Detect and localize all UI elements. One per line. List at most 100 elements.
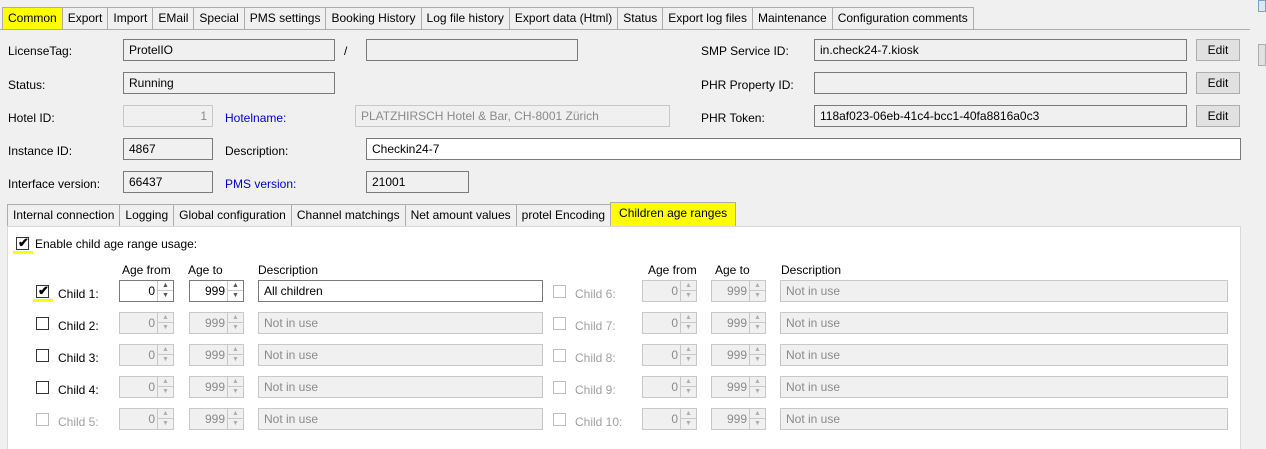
child-checkbox[interactable]: [553, 285, 566, 298]
age-from-stepper[interactable]: 0 ▲ ▼: [642, 344, 697, 366]
spin-down-icon[interactable]: ▼: [158, 387, 173, 397]
age-to-stepper[interactable]: 999 ▲ ▼: [711, 408, 766, 430]
tab-export-data-html[interactable]: Export data (Html): [508, 7, 619, 29]
subtab-protel-encoding[interactable]: protel Encoding: [515, 204, 612, 226]
hotelname-field[interactable]: PLATZHIRSCH Hotel & Bar, CH-8001 Zürich: [355, 105, 670, 127]
spin-buttons[interactable]: ▲ ▼: [680, 409, 696, 429]
spin-buttons[interactable]: ▲ ▼: [680, 313, 696, 333]
phr-token-field[interactable]: 118af023-06eb-41c4-bcc1-40fa8816a0c3: [814, 105, 1187, 127]
spin-buttons[interactable]: ▲ ▼: [157, 409, 173, 429]
spin-buttons[interactable]: ▲ ▼: [680, 281, 696, 301]
spin-buttons[interactable]: ▲ ▼: [227, 345, 243, 365]
description-field[interactable]: Checkin24-7: [366, 138, 1241, 160]
license-tag-field-2[interactable]: [366, 39, 578, 61]
subtab-children-age-ranges[interactable]: Children age ranges: [610, 202, 737, 226]
subtab-logging[interactable]: Logging: [119, 204, 175, 226]
child-description-field[interactable]: Not in use: [258, 408, 543, 430]
side-button-2[interactable]: [1258, 44, 1266, 66]
spin-up-icon[interactable]: ▲: [158, 281, 173, 291]
spin-down-icon[interactable]: ▼: [750, 355, 765, 365]
age-from-stepper[interactable]: 0 ▲ ▼: [642, 376, 697, 398]
license-tag-field[interactable]: ProtelIO: [123, 39, 335, 61]
edit-smp-button[interactable]: Edit: [1196, 39, 1240, 61]
spin-buttons[interactable]: ▲ ▼: [157, 377, 173, 397]
tab-export-log-files[interactable]: Export log files: [662, 7, 753, 29]
age-to-stepper[interactable]: 999 ▲ ▼: [711, 280, 766, 302]
tab-import[interactable]: Import: [107, 7, 154, 29]
child-description-field[interactable]: Not in use: [258, 312, 543, 334]
spin-down-icon[interactable]: ▼: [228, 387, 243, 397]
child-description-field[interactable]: Not in use: [780, 408, 1228, 430]
child-checkbox[interactable]: [36, 413, 49, 426]
tab-maintenance[interactable]: Maintenance: [751, 7, 833, 29]
spin-down-icon[interactable]: ▼: [681, 355, 696, 365]
spin-down-icon[interactable]: ▼: [681, 323, 696, 333]
child-description-field[interactable]: Not in use: [780, 312, 1228, 334]
subtab-internal-connection[interactable]: Internal connection: [7, 204, 121, 226]
age-from-stepper[interactable]: 0 ▲ ▼: [642, 312, 697, 334]
spin-down-icon[interactable]: ▼: [681, 387, 696, 397]
smp-service-id-field[interactable]: in.check24-7.kiosk: [814, 39, 1187, 61]
age-to-stepper[interactable]: 999 ▲ ▼: [189, 408, 244, 430]
spin-up-icon[interactable]: ▲: [228, 377, 243, 387]
spin-up-icon[interactable]: ▲: [681, 313, 696, 323]
spin-up-icon[interactable]: ▲: [750, 281, 765, 291]
spin-up-icon[interactable]: ▲: [681, 409, 696, 419]
spin-buttons[interactable]: ▲ ▼: [749, 377, 765, 397]
spin-up-icon[interactable]: ▲: [750, 345, 765, 355]
spin-down-icon[interactable]: ▼: [750, 387, 765, 397]
spin-down-icon[interactable]: ▼: [750, 323, 765, 333]
child-checkbox[interactable]: [553, 413, 566, 426]
child-description-field[interactable]: Not in use: [258, 344, 543, 366]
age-from-stepper[interactable]: 0 ▲ ▼: [119, 376, 174, 398]
age-from-stepper[interactable]: 0 ▲ ▼: [642, 280, 697, 302]
tab-special[interactable]: Special: [193, 7, 245, 29]
spin-down-icon[interactable]: ▼: [750, 419, 765, 429]
child-description-field[interactable]: Not in use: [780, 344, 1228, 366]
spin-down-icon[interactable]: ▼: [750, 291, 765, 301]
spin-up-icon[interactable]: ▲: [228, 345, 243, 355]
child-checkbox[interactable]: [553, 381, 566, 394]
tab-export[interactable]: Export: [61, 7, 109, 29]
child-checkbox[interactable]: [553, 349, 566, 362]
interface-version-field[interactable]: 66437: [123, 171, 213, 193]
spin-up-icon[interactable]: ▲: [750, 409, 765, 419]
spin-down-icon[interactable]: ▼: [158, 355, 173, 365]
spin-up-icon[interactable]: ▲: [750, 377, 765, 387]
spin-buttons[interactable]: ▲ ▼: [227, 409, 243, 429]
spin-down-icon[interactable]: ▼: [228, 323, 243, 333]
side-button[interactable]: [1258, 0, 1266, 12]
status-field[interactable]: Running: [123, 72, 335, 94]
spin-up-icon[interactable]: ▲: [228, 281, 243, 291]
age-from-stepper[interactable]: 0 ▲ ▼: [119, 280, 174, 302]
spin-up-icon[interactable]: ▲: [681, 281, 696, 291]
tab-email[interactable]: EMail: [152, 7, 195, 29]
spin-buttons[interactable]: ▲ ▼: [749, 281, 765, 301]
edit-phr-property-button[interactable]: Edit: [1196, 72, 1240, 94]
spin-buttons[interactable]: ▲ ▼: [157, 313, 173, 333]
spin-up-icon[interactable]: ▲: [750, 313, 765, 323]
spin-buttons[interactable]: ▲ ▼: [680, 377, 696, 397]
pms-version-field[interactable]: 21001: [366, 171, 469, 193]
spin-down-icon[interactable]: ▼: [158, 323, 173, 333]
spin-up-icon[interactable]: ▲: [681, 345, 696, 355]
spin-buttons[interactable]: ▲ ▼: [749, 313, 765, 333]
spin-down-icon[interactable]: ▼: [228, 291, 243, 301]
spin-up-icon[interactable]: ▲: [158, 409, 173, 419]
age-to-stepper[interactable]: 999 ▲ ▼: [189, 376, 244, 398]
edit-phr-token-button[interactable]: Edit: [1196, 105, 1240, 127]
spin-down-icon[interactable]: ▼: [228, 419, 243, 429]
tab-configuration-comments[interactable]: Configuration comments: [831, 7, 974, 29]
tab-pms-settings[interactable]: PMS settings: [243, 7, 327, 29]
subtab-channel-matchings[interactable]: Channel matchings: [290, 204, 406, 226]
age-to-stepper[interactable]: 999 ▲ ▼: [711, 312, 766, 334]
hotel-id-field[interactable]: 1: [123, 105, 213, 127]
tab-common[interactable]: Common: [2, 7, 63, 29]
spin-buttons[interactable]: ▲ ▼: [227, 377, 243, 397]
child-checkbox[interactable]: [553, 317, 566, 330]
child-checkbox[interactable]: [36, 349, 49, 362]
spin-down-icon[interactable]: ▼: [158, 419, 173, 429]
child-checkbox[interactable]: [36, 317, 49, 330]
spin-up-icon[interactable]: ▲: [681, 377, 696, 387]
child-description-field[interactable]: Not in use: [780, 280, 1228, 302]
